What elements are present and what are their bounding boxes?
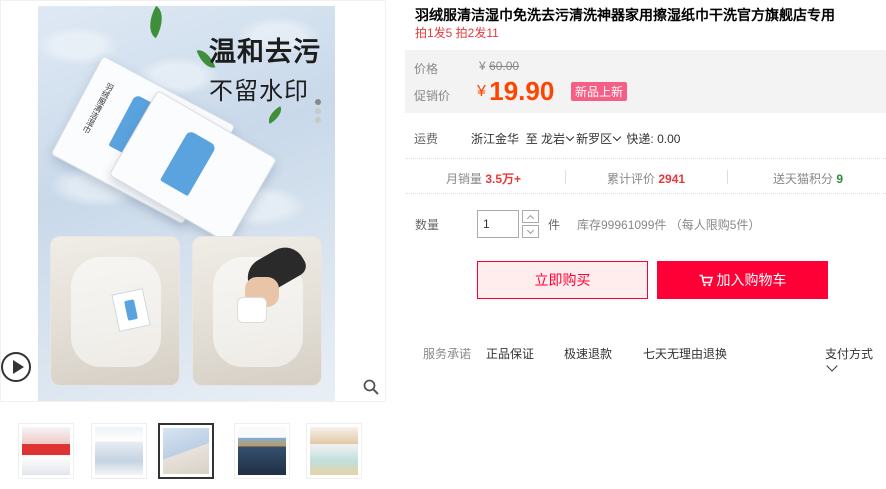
ship-to-label: 至 [525, 132, 538, 146]
slogan-line-1: 温和去污 [209, 37, 321, 68]
service-label: 服务承诺 [423, 347, 472, 361]
product-photo: 温和去污 不留水印 羽绒服清洁湿巾 [38, 6, 335, 401]
city-select[interactable]: 龙岩 [541, 132, 576, 146]
product-title: 羽绒服清洁湿巾免洗去污清洗神器家用擦湿纸巾干洗官方旗舰店专用 [415, 7, 835, 23]
payment-methods[interactable]: 支付方式 [825, 345, 873, 362]
usage-photo-1 [50, 236, 180, 386]
quantity-decrease-button[interactable] [522, 225, 539, 238]
quantity-unit: 件 [548, 218, 561, 232]
chevron-down-icon [565, 132, 575, 142]
original-price: ¥ 60.00 [479, 59, 519, 73]
thumbnail-1[interactable] [18, 423, 74, 479]
image-slogan: 温和去污 不留水印 [209, 30, 321, 106]
express-fee: 快递: 0.00 [626, 132, 681, 146]
slide-dot[interactable] [315, 99, 321, 105]
tmall-points: 送天猫积分 9 [773, 170, 843, 187]
thumbnail-2[interactable] [91, 423, 147, 479]
monthly-sales-label: 月销量 [446, 172, 483, 186]
city-value: 龙岩 [541, 132, 566, 146]
slide-dot[interactable] [315, 117, 321, 123]
coat-graphic [159, 130, 217, 197]
thumbnail-4[interactable] [234, 423, 290, 479]
zoom-icon[interactable] [363, 379, 379, 395]
wipe-sheet [237, 297, 267, 323]
ship-from: 浙江金华 [471, 132, 520, 146]
tmall-points-value: 9 [836, 172, 844, 186]
thumbnail-3[interactable] [158, 423, 214, 479]
promo-price: ¥ 19.90 [477, 76, 554, 107]
price-panel: 价格 ¥ 60.00 促销价 ¥ 19.90 新品上新 [405, 50, 886, 113]
promo-price-label: 促销价 [414, 89, 451, 103]
quantity-increase-button[interactable] [522, 210, 539, 223]
shipping-details: 浙江金华 至 龙岩 新罗区 快递: 0.00 [471, 130, 680, 147]
product-gallery: 温和去污 不留水印 羽绒服清洁湿巾 [0, 0, 386, 489]
thumbnail-image [238, 427, 286, 475]
add-to-cart-label: 加入购物车 [716, 272, 787, 288]
main-product-image[interactable]: 温和去污 不留水印 羽绒服清洁湿巾 [0, 0, 386, 402]
review-count-value: 2941 [658, 172, 686, 186]
buy-now-button[interactable]: 立即购买 [477, 261, 648, 299]
quantity-input[interactable] [477, 210, 519, 238]
play-video-icon[interactable] [1, 352, 31, 382]
thumbnail-image [163, 428, 209, 474]
usage-photo-2 [192, 236, 322, 386]
currency-symbol: ¥ [479, 59, 486, 73]
slide-dot[interactable] [315, 108, 321, 114]
monthly-sales: 月销量 3.5万+ [446, 170, 521, 187]
slogan-line-2: 不留水印 [209, 77, 309, 105]
product-subtitle: 拍1发5 拍2发11 [415, 26, 499, 40]
price-label: 价格 [414, 62, 439, 76]
review-count[interactable]: 累计评价 2941 [607, 170, 685, 187]
divider [565, 170, 566, 184]
new-arrival-badge: 新品上新 [571, 82, 628, 101]
district-select[interactable]: 新罗区 [576, 132, 623, 146]
stock-info: 库存99961099件 （每人限购5件） [577, 218, 761, 232]
product-info: 羽绒服清洁湿巾免洗去污清洗神器家用擦湿纸巾干洗官方旗舰店专用 拍1发5 拍2发1… [405, 0, 886, 489]
divider [727, 170, 728, 184]
original-price-amount: 60.00 [489, 59, 520, 73]
service-item-7day-return[interactable]: 七天无理由退换 [643, 345, 727, 362]
district-value: 新罗区 [576, 132, 613, 146]
tmall-points-label: 送天猫积分 [773, 172, 834, 186]
chevron-down-icon [612, 132, 622, 142]
sales-stats: 月销量 3.5万+ 累计评价 2941 送天猫积分 9 [405, 158, 886, 194]
chevron-down-icon[interactable] [826, 360, 838, 372]
thumbnail-image [22, 427, 70, 475]
service-item-fast-refund[interactable]: 极速退款 [564, 345, 612, 362]
monthly-sales-value: 3.5万+ [485, 172, 522, 186]
slide-indicator [315, 99, 323, 126]
add-to-cart-button[interactable]: 加入购物车 [657, 261, 828, 299]
currency-symbol: ¥ [477, 83, 486, 100]
service-item-authentic[interactable]: 正品保证 [486, 345, 534, 362]
buy-now-label: 立即购买 [534, 272, 591, 288]
shipping-label: 运费 [414, 132, 439, 146]
thumbnail-5[interactable] [306, 423, 362, 479]
cart-icon [699, 274, 713, 287]
thumbnail-image [310, 427, 358, 475]
quantity-label: 数量 [415, 218, 440, 232]
review-count-label: 累计评价 [607, 172, 656, 186]
promo-price-amount: 19.90 [489, 76, 555, 106]
thumbnail-strip [18, 423, 378, 481]
pack-label: 羽绒服清洁湿巾 [81, 81, 116, 136]
thumbnail-image [95, 427, 143, 475]
